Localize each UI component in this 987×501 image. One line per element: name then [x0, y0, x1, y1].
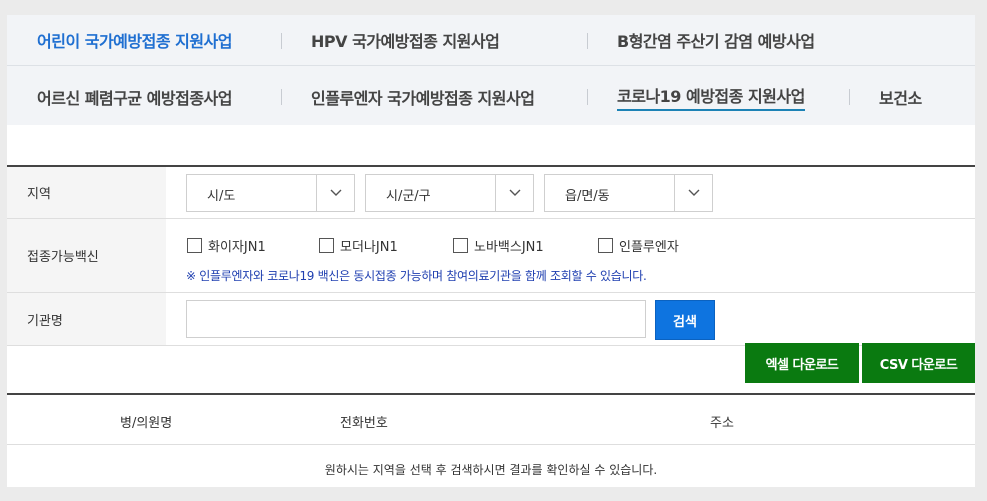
csv-download-button[interactable]: CSV 다운로드	[862, 343, 975, 383]
tab-label: 코로나19 예방접종 지원사업	[617, 83, 805, 111]
institution-row: 기관명 검색	[7, 293, 975, 346]
tab-label: 어르신 폐렴구균 예방접종사업	[37, 89, 233, 108]
vaccine-row: 접종가능백신 화이자JN1 모더나JN1 노바백스JN1 인플루엔자 ※ 인플루…	[7, 219, 975, 293]
sido-select[interactable]: 시/도	[186, 174, 355, 212]
checkbox-pfizer[interactable]: 화이자JN1	[187, 236, 266, 255]
checkbox-label: 인플루엔자	[619, 240, 679, 255]
institution-input[interactable]	[186, 300, 646, 338]
program-tabs: 어린이 국가예방접종 지원사업 HPV 국가예방접종 지원사업 B형간염 주산기…	[7, 15, 975, 125]
concurrent-vaccination-notice: ※ 인플루엔자와 코로나19 백신은 동시접종 가능하며 참여의료기관을 함께 …	[186, 269, 647, 283]
column-header-address: 주소	[710, 416, 734, 431]
chevron-down-icon	[495, 175, 533, 211]
tab-row-2: 어르신 폐렴구균 예방접종사업 인플루엔자 국가예방접종 지원사업 코로나19 …	[7, 71, 975, 123]
results-header: 병/의원명 전화번호 주소	[7, 393, 975, 445]
tab-label: HPV 국가예방접종 지원사업	[311, 32, 500, 51]
chevron-down-icon	[674, 175, 712, 211]
tab-influenza[interactable]: 인플루엔자 국가예방접종 지원사업	[311, 71, 535, 123]
institution-label: 기관명	[7, 293, 166, 345]
region-row: 지역 시/도 시/군/구 읍/면/동	[7, 167, 975, 219]
column-header-name: 병/의원명	[120, 416, 173, 431]
eupmyeondong-select[interactable]: 읍/면/동	[544, 174, 713, 212]
search-button[interactable]: 검색	[655, 300, 715, 340]
eupmyeondong-value: 읍/면/동	[565, 189, 610, 204]
tab-divider	[587, 33, 588, 49]
checkbox-label: 모더나JN1	[340, 240, 398, 255]
checkbox-box[interactable]	[187, 238, 202, 253]
tab-divider	[281, 33, 282, 49]
tab-hpv-vaccination[interactable]: HPV 국가예방접종 지원사업	[311, 15, 500, 65]
checkbox-box[interactable]	[319, 238, 334, 253]
main-panel: 어린이 국가예방접종 지원사업 HPV 국가예방접종 지원사업 B형간염 주산기…	[7, 15, 975, 487]
checkbox-box[interactable]	[453, 238, 468, 253]
tab-label: B형간염 주산기 감염 예방사업	[617, 32, 815, 51]
tab-row-1: 어린이 국가예방접종 지원사업 HPV 국가예방접종 지원사업 B형간염 주산기…	[7, 15, 975, 66]
tab-divider	[281, 89, 282, 105]
sigungu-select[interactable]: 시/군/구	[365, 174, 534, 212]
empty-results-message: 원하시는 지역을 선택 후 검색하시면 결과를 확인하실 수 있습니다.	[324, 463, 658, 477]
column-header-phone: 전화번호	[340, 416, 388, 431]
checkbox-novavax[interactable]: 노바백스JN1	[453, 236, 544, 255]
excel-download-button[interactable]: 엑셀 다운로드	[745, 343, 859, 383]
tab-covid19[interactable]: 코로나19 예방접종 지원사업	[617, 71, 805, 123]
search-form: 지역 시/도 시/군/구 읍/면/동 접종가능백신 화이자JN1 모더나JN1 …	[7, 165, 975, 346]
checkbox-moderna[interactable]: 모더나JN1	[319, 236, 398, 255]
checkbox-box[interactable]	[598, 238, 613, 253]
tab-child-vaccination[interactable]: 어린이 국가예방접종 지원사업	[37, 15, 233, 65]
checkbox-influenza[interactable]: 인플루엔자	[598, 236, 679, 255]
tab-label: 인플루엔자 국가예방접종 지원사업	[311, 89, 535, 108]
tab-label: 어린이 국가예방접종 지원사업	[37, 32, 233, 51]
checkbox-label: 화이자JN1	[208, 240, 266, 255]
tab-label: 보건소	[879, 89, 922, 108]
tab-divider	[587, 89, 588, 105]
vaccine-label: 접종가능백신	[7, 219, 166, 292]
checkbox-label: 노바백스JN1	[474, 240, 544, 255]
tab-health-center[interactable]: 보건소	[879, 71, 922, 123]
tab-hepatitis-b[interactable]: B형간염 주산기 감염 예방사업	[617, 15, 815, 65]
sigungu-value: 시/군/구	[386, 189, 431, 204]
tab-divider	[849, 89, 850, 105]
region-label: 지역	[7, 167, 166, 218]
sido-value: 시/도	[207, 189, 236, 204]
tab-pneumococcal[interactable]: 어르신 폐렴구균 예방접종사업	[37, 71, 233, 123]
chevron-down-icon	[316, 175, 354, 211]
